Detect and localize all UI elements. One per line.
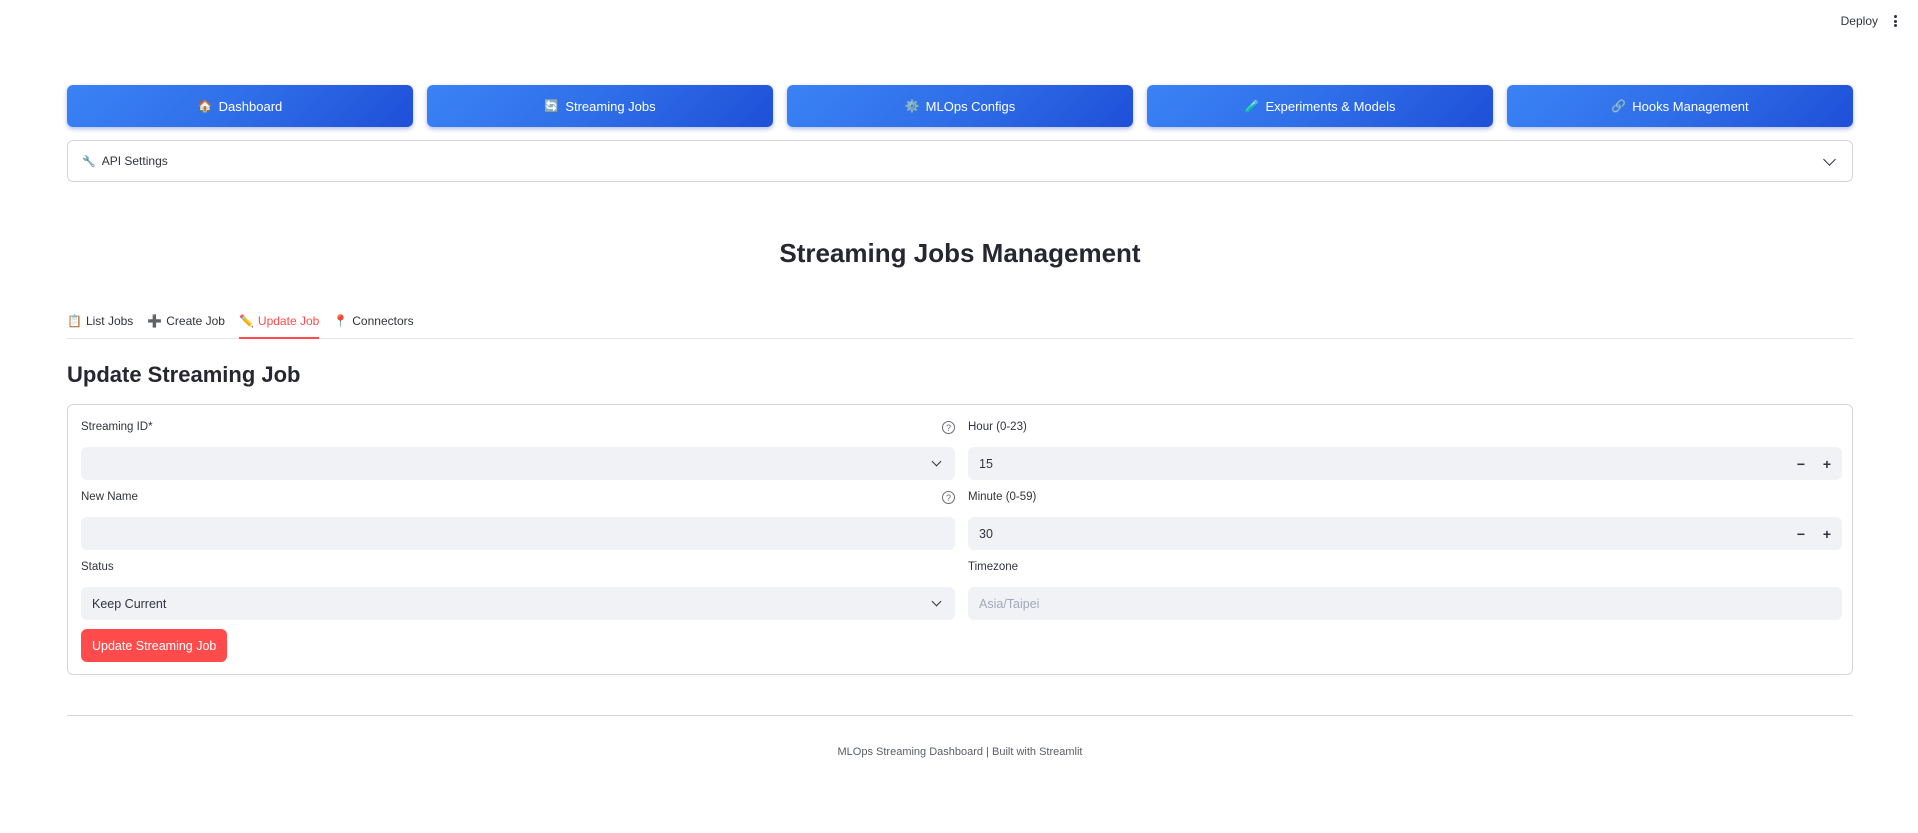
tab-update-job[interactable]: ✏️ Update Job bbox=[238, 309, 320, 339]
test-tube-icon: 🧪 bbox=[1244, 99, 1260, 113]
nav-hooks-management-label: Hooks Management bbox=[1632, 98, 1749, 114]
hour-value: 15 bbox=[979, 456, 993, 471]
chevron-down-icon bbox=[931, 456, 942, 467]
hour-field: Hour (0-23) 15 − + bbox=[968, 421, 1842, 491]
streaming-id-label: Streaming ID* bbox=[81, 421, 153, 433]
tab-connectors[interactable]: 📍 Connectors bbox=[333, 309, 413, 339]
pin-icon: 📍 bbox=[333, 314, 349, 328]
timezone-input-box[interactable] bbox=[968, 587, 1842, 620]
new-name-label: New Name bbox=[81, 491, 138, 503]
gear-icon: ⚙️ bbox=[904, 99, 920, 113]
footer-text: MLOps Streaming Dashboard | Built with S… bbox=[837, 746, 1083, 758]
form-right-column: Hour (0-23) 15 − + Minute (0-59) 30 − + … bbox=[968, 421, 1842, 631]
streaming-id-select[interactable] bbox=[81, 447, 955, 480]
section-title: Update Streaming Job bbox=[67, 362, 301, 387]
new-name-field: New Name ? bbox=[81, 491, 955, 561]
minute-number-input[interactable]: 30 − + bbox=[968, 517, 1842, 550]
new-name-input[interactable] bbox=[92, 526, 955, 541]
tab-create-job[interactable]: ➕ Create Job bbox=[147, 309, 225, 339]
status-label: Status bbox=[81, 561, 114, 573]
nav-dashboard-label: Dashboard bbox=[218, 98, 283, 114]
status-select[interactable]: Keep Current bbox=[81, 587, 955, 620]
tab-list-jobs-label: List Jobs bbox=[85, 314, 134, 328]
tab-list-jobs[interactable]: 📋 List Jobs bbox=[67, 309, 133, 339]
minute-increment-button[interactable]: + bbox=[1814, 517, 1840, 550]
timezone-field: Timezone bbox=[968, 561, 1842, 631]
status-value: Keep Current bbox=[92, 596, 167, 611]
minute-value: 30 bbox=[979, 526, 993, 541]
top-bar: Deploy bbox=[0, 0, 1918, 44]
status-field: Status Keep Current bbox=[81, 561, 955, 631]
hour-decrement-button[interactable]: − bbox=[1788, 447, 1814, 480]
minute-decrement-button[interactable]: − bbox=[1788, 517, 1814, 550]
hour-number-input[interactable]: 15 − + bbox=[968, 447, 1842, 480]
nav-dashboard-button[interactable]: 🏠 Dashboard bbox=[67, 85, 413, 127]
footer-divider bbox=[67, 715, 1853, 716]
page-title: Streaming Jobs Management bbox=[779, 238, 1141, 268]
tab-create-job-label: Create Job bbox=[166, 314, 225, 328]
nav-streaming-jobs-button[interactable]: 🔄 Streaming Jobs bbox=[427, 85, 773, 127]
nav-experiments-models-label: Experiments & Models bbox=[1265, 98, 1396, 114]
chevron-down-icon bbox=[931, 596, 942, 607]
tab-update-job-label: Update Job bbox=[257, 314, 320, 328]
minute-field: Minute (0-59) 30 − + bbox=[968, 491, 1842, 561]
timezone-input[interactable] bbox=[979, 596, 1842, 611]
wrench-icon: 🔧 bbox=[82, 155, 96, 168]
minute-label: Minute (0-59) bbox=[968, 491, 1037, 503]
clipboard-icon: 📋 bbox=[67, 314, 82, 328]
nav-streaming-jobs-label: Streaming Jobs bbox=[565, 98, 656, 114]
help-icon[interactable]: ? bbox=[942, 421, 955, 434]
update-job-form: Streaming ID* ? New Name ? Status Keep C… bbox=[67, 404, 1853, 675]
hour-label: Hour (0-23) bbox=[968, 421, 1027, 433]
pencil-icon: ✏️ bbox=[238, 314, 254, 328]
nav-hooks-management-button[interactable]: 🔗 Hooks Management bbox=[1507, 85, 1853, 127]
home-icon: 🏠 bbox=[197, 99, 213, 113]
refresh-icon: 🔄 bbox=[544, 99, 560, 113]
api-settings-label: API Settings bbox=[101, 154, 168, 168]
chevron-down-icon bbox=[1823, 153, 1836, 166]
hour-increment-button[interactable]: + bbox=[1814, 447, 1840, 480]
form-left-column: Streaming ID* ? New Name ? Status Keep C… bbox=[81, 421, 955, 631]
nav-button-row: 🏠 Dashboard 🔄 Streaming Jobs ⚙️ MLOps Co… bbox=[67, 85, 1853, 127]
help-icon[interactable]: ? bbox=[942, 491, 955, 504]
plus-icon: ➕ bbox=[147, 314, 163, 328]
nav-experiments-models-button[interactable]: 🧪 Experiments & Models bbox=[1147, 85, 1493, 127]
update-streaming-job-button[interactable]: Update Streaming Job bbox=[81, 629, 228, 662]
new-name-input-box[interactable] bbox=[81, 517, 955, 550]
api-settings-expander[interactable]: 🔧 API Settings bbox=[67, 140, 1853, 182]
nav-mlops-configs-label: MLOps Configs bbox=[925, 98, 1016, 114]
deploy-button[interactable]: Deploy bbox=[1841, 14, 1878, 28]
streaming-id-field: Streaming ID* ? bbox=[81, 421, 955, 491]
nav-mlops-configs-button[interactable]: ⚙️ MLOps Configs bbox=[787, 85, 1133, 127]
tab-connectors-label: Connectors bbox=[352, 314, 414, 328]
more-vertical-icon[interactable] bbox=[1890, 13, 1900, 29]
tab-bar: 📋 List Jobs ➕ Create Job ✏️ Update Job 📍… bbox=[67, 309, 1853, 339]
timezone-label: Timezone bbox=[968, 561, 1019, 573]
link-icon: 🔗 bbox=[1611, 99, 1627, 113]
